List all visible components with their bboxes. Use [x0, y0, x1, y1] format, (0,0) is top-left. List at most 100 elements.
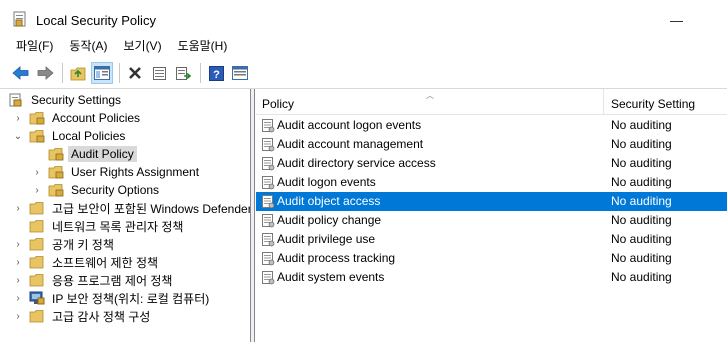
policy-setting-value: No auditing: [611, 175, 672, 189]
expand-chevron-icon[interactable]: ›: [12, 256, 24, 268]
tree-item-application-control-policies[interactable]: › 응용 프로그램 제어 정책: [12, 271, 175, 289]
tree-item-audit-policy[interactable]: Audit Policy: [31, 145, 137, 163]
column-header-policy[interactable]: Policy: [262, 97, 294, 111]
folder-icon: [48, 148, 64, 161]
policy-row[interactable]: Audit system events No auditing: [256, 268, 727, 287]
forward-button[interactable]: [34, 62, 56, 84]
svg-text:?: ?: [213, 69, 220, 81]
policy-row[interactable]: Audit privilege use No auditing: [256, 230, 727, 249]
tree-item-label: 고급 보안이 포함된 Windows Defender 방화벽: [52, 201, 251, 216]
folder-icon: [29, 238, 44, 251]
policy-setting-icon: [262, 214, 275, 228]
policy-row[interactable]: Audit directory service access No auditin…: [256, 154, 727, 173]
menu-file[interactable]: 파일(F): [0, 35, 61, 57]
properties-button[interactable]: [148, 62, 170, 84]
expander-placeholder: [31, 148, 43, 160]
menu-view[interactable]: 보기(V): [115, 35, 169, 57]
policy-name: Audit logon events: [277, 175, 376, 189]
menu-action[interactable]: 동작(A): [61, 35, 115, 57]
tree-root[interactable]: Security Settings: [8, 91, 124, 109]
toolbar: ?: [0, 59, 727, 87]
policy-row[interactable]: Audit logon events No auditing: [256, 173, 727, 192]
folder-icon: [29, 310, 44, 323]
tree-item-label: 소프트웨어 제한 정책: [52, 255, 159, 270]
expand-chevron-icon[interactable]: ›: [12, 310, 24, 322]
tree-item-user-rights-assignment[interactable]: › User Rights Assignment: [31, 163, 202, 181]
expand-chevron-icon[interactable]: ›: [12, 274, 24, 286]
policy-row[interactable]: Audit account logon events No auditing: [256, 116, 727, 135]
column-divider[interactable]: [603, 89, 604, 115]
tree-item-label: 고급 감사 정책 구성: [52, 309, 151, 324]
expand-chevron-icon[interactable]: ›: [12, 112, 24, 124]
toolbar-separator: [62, 63, 63, 83]
window-title: Local Security Policy: [36, 13, 156, 28]
policy-setting-icon: [262, 195, 275, 209]
tree-item-label: Account Policies: [52, 111, 141, 125]
policy-row[interactable]: Audit object access No auditing: [256, 192, 727, 211]
tree-item-account-policies[interactable]: › Account Policies: [12, 109, 143, 127]
tree-item-network-list-manager-policies[interactable]: 네트워크 목록 관리자 정책: [12, 217, 186, 235]
tree-item-label: IP 보안 정책(위치: 로컬 컴퓨터): [52, 291, 210, 306]
open-folder-icon: [29, 130, 45, 143]
delete-button[interactable]: [124, 62, 146, 84]
tree-item-label: Security Options: [71, 183, 160, 197]
column-header-security-setting[interactable]: Security Setting: [611, 97, 695, 111]
export-list-icon: [176, 66, 191, 80]
policy-setting-icon: [262, 271, 275, 285]
back-button[interactable]: [10, 62, 32, 84]
collapse-chevron-icon[interactable]: ⌄: [12, 130, 24, 142]
show-hide-tree-button[interactable]: [91, 62, 113, 84]
tree-item-local-policies[interactable]: ⌄ Local Policies: [12, 127, 128, 145]
tree-item-label: Local Policies: [52, 129, 126, 143]
tree-item-ip-security-policies[interactable]: › IP 보안 정책(위치: 로컬 컴퓨터): [12, 289, 212, 307]
tree-pane: Security Settings › Account Policies ⌄ Loca…: [0, 89, 251, 342]
export-list-button[interactable]: [172, 62, 194, 84]
expand-chevron-icon[interactable]: ›: [31, 184, 43, 196]
policy-setting-value: No auditing: [611, 232, 672, 246]
policy-row[interactable]: Audit policy change No auditing: [256, 211, 727, 230]
main-panes: Security Settings › Account Policies ⌄ Loca…: [0, 88, 727, 342]
tree-item-windows-defender-firewall[interactable]: › 고급 보안이 포함된 Windows Defender 방화벽: [12, 199, 251, 217]
policy-setting-icon: [262, 138, 275, 152]
policy-setting-value: No auditing: [611, 118, 672, 132]
security-policy-icon: [13, 11, 26, 27]
expand-chevron-icon[interactable]: ›: [12, 202, 24, 214]
sort-ascending-icon: ︿: [426, 91, 434, 100]
minimize-button[interactable]: [670, 21, 683, 22]
forward-arrow-icon: [37, 66, 54, 80]
folder-icon: [48, 166, 64, 179]
folder-icon: [29, 112, 45, 125]
tree-item-label: 네트워크 목록 관리자 정책: [52, 219, 184, 234]
tree-item-label: User Rights Assignment: [71, 165, 200, 179]
tree-item-public-key-policies[interactable]: › 공개 키 정책: [12, 235, 117, 253]
ip-security-icon: [29, 291, 45, 305]
pane-splitter[interactable]: [251, 89, 255, 342]
expand-chevron-icon[interactable]: ›: [12, 292, 24, 304]
toolbar-separator: [119, 63, 120, 83]
menu-help[interactable]: 도움말(H): [170, 35, 236, 57]
policy-name: Audit object access: [277, 194, 381, 208]
policy-name: Audit privilege use: [277, 232, 376, 246]
tree-item-security-options[interactable]: › Security Options: [31, 181, 162, 199]
policy-name: Audit directory service access: [277, 156, 436, 170]
policy-row[interactable]: Audit account management No auditing: [256, 135, 727, 154]
policy-setting-value: No auditing: [611, 156, 672, 170]
extended-view-button[interactable]: [229, 62, 251, 84]
policy-name: Audit account logon events: [277, 118, 422, 132]
expand-chevron-icon[interactable]: ›: [31, 166, 43, 178]
policy-name: Audit policy change: [277, 213, 382, 227]
policy-setting-icon: [262, 252, 275, 266]
tree-item-software-restriction-policies[interactable]: › 소프트웨어 제한 정책: [12, 253, 161, 271]
policy-name: Audit process tracking: [277, 251, 396, 265]
help-button[interactable]: ?: [205, 62, 227, 84]
folder-icon: [48, 184, 64, 197]
policy-setting-value: No auditing: [611, 270, 672, 284]
extended-view-icon: [232, 66, 248, 80]
folder-icon: [29, 202, 44, 215]
up-folder-icon: [70, 67, 86, 80]
expand-chevron-icon[interactable]: ›: [12, 238, 24, 250]
policy-name: Audit system events: [277, 270, 385, 284]
policy-row[interactable]: Audit process tracking No auditing: [256, 249, 727, 268]
up-button[interactable]: [67, 62, 89, 84]
tree-item-advanced-audit-policy-configuration[interactable]: › 고급 감사 정책 구성: [12, 307, 153, 325]
